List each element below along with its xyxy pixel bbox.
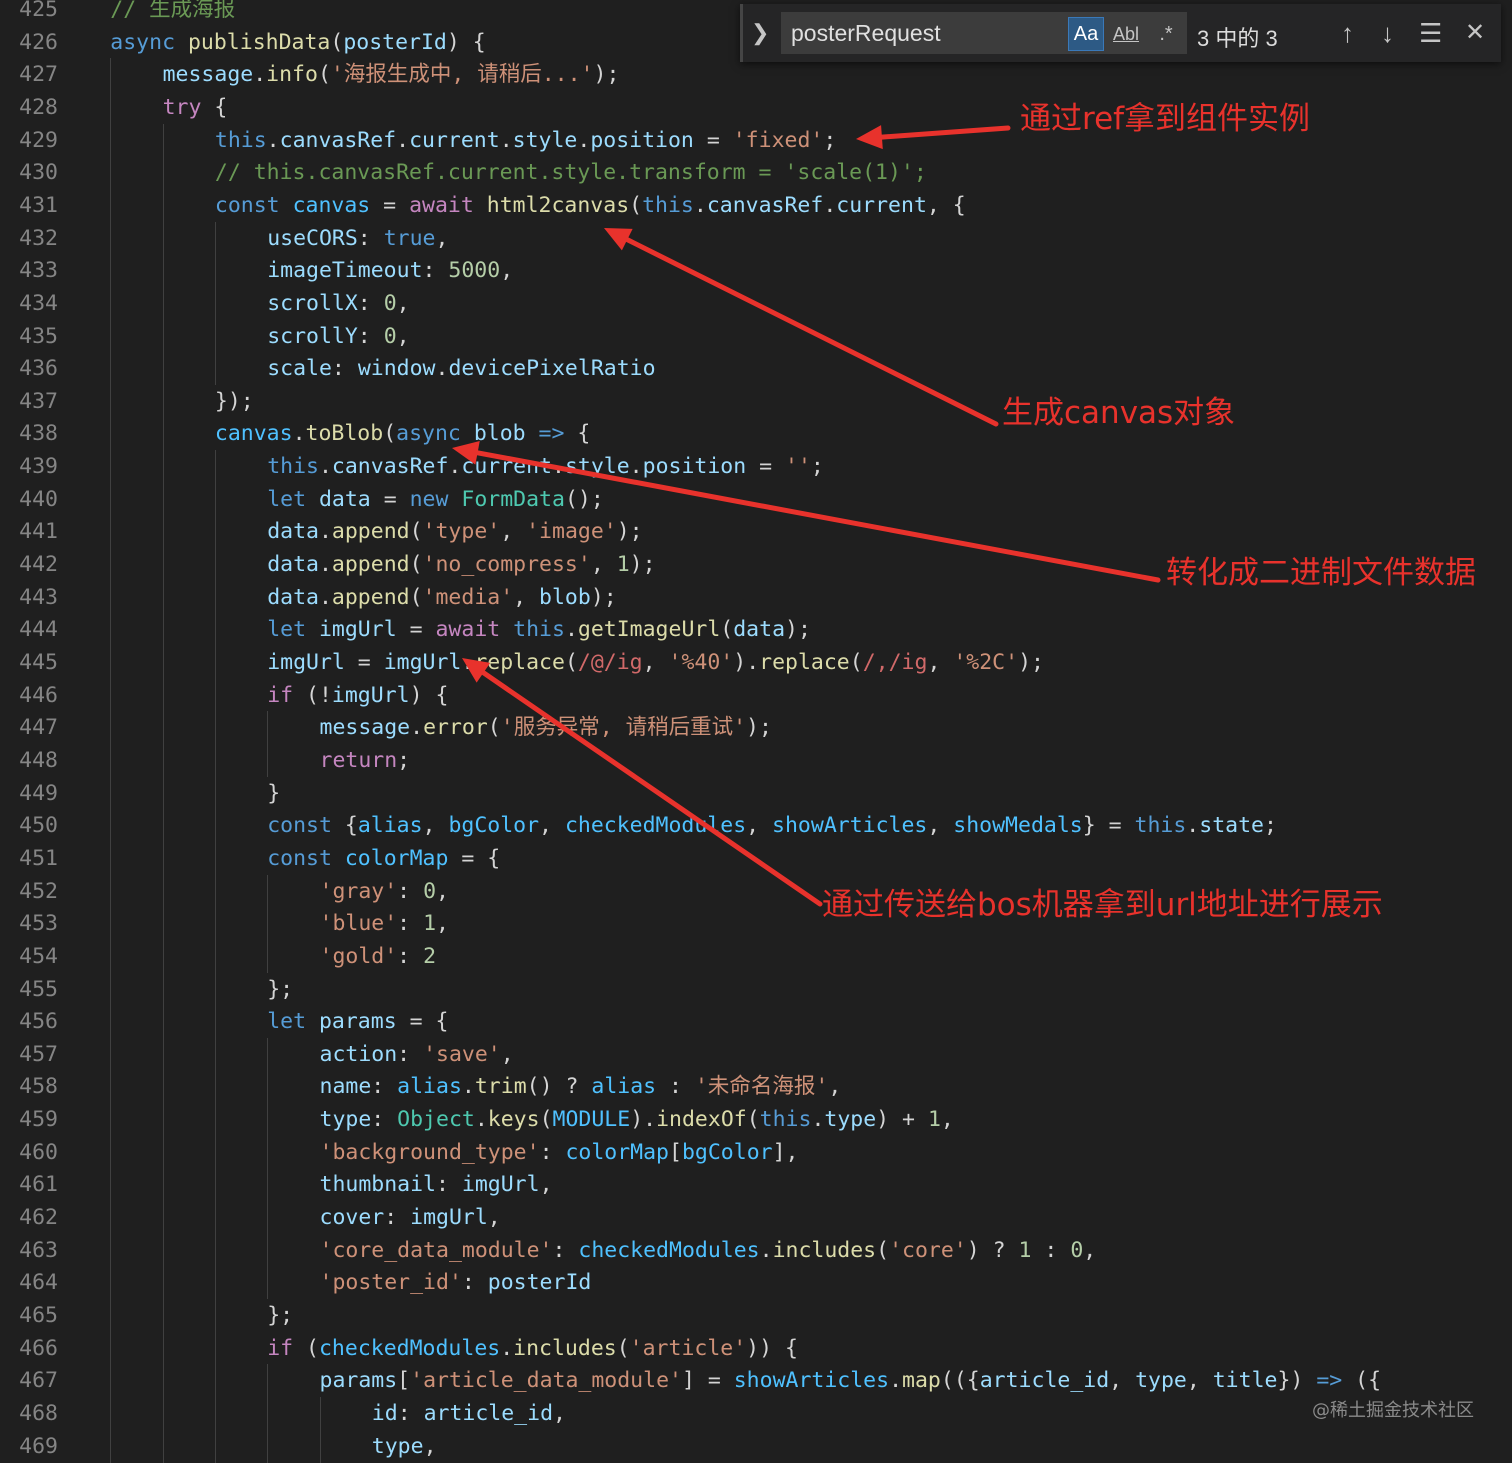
annotation-component-instance: 通过ref拿到组件实例 — [1020, 101, 1311, 137]
annotation-upload-bos: 通过传送给bos机器拿到url地址进行展示 — [822, 887, 1383, 923]
annotation-create-canvas: 生成canvas对象 — [1002, 395, 1236, 431]
arrow-to-canvasref — [856, 125, 1011, 150]
match-case-toggle[interactable]: Aa — [1068, 17, 1104, 51]
find-in-selection-icon[interactable]: ☰ — [1419, 18, 1442, 49]
arrow-to-html2canvas — [604, 228, 999, 427]
annotation-arrows — [452, 125, 1161, 907]
arrow-to-toblob — [452, 440, 1161, 583]
arrow-to-imgurl — [462, 658, 823, 907]
find-widget: ❯ posterRequest Aa Abl .* 3 中的 3 ↑ ↓ ☰ ✕ — [740, 4, 1501, 62]
watermark: @稀土掘金技术社区 — [1312, 1400, 1474, 1421]
annotation-blob-conversion: 转化成二进制文件数据 — [1166, 555, 1476, 591]
whole-word-toggle[interactable]: Abl — [1109, 18, 1143, 50]
arrow-down-icon[interactable]: ↓ — [1381, 18, 1394, 49]
arrow-up-icon[interactable]: ↑ — [1341, 18, 1354, 49]
close-icon[interactable]: ✕ — [1465, 18, 1485, 47]
match-count: 3 中的 3 — [1197, 26, 1278, 51]
chevron-right-icon[interactable]: ❯ — [751, 20, 769, 46]
regex-toggle[interactable]: .* — [1149, 18, 1183, 50]
